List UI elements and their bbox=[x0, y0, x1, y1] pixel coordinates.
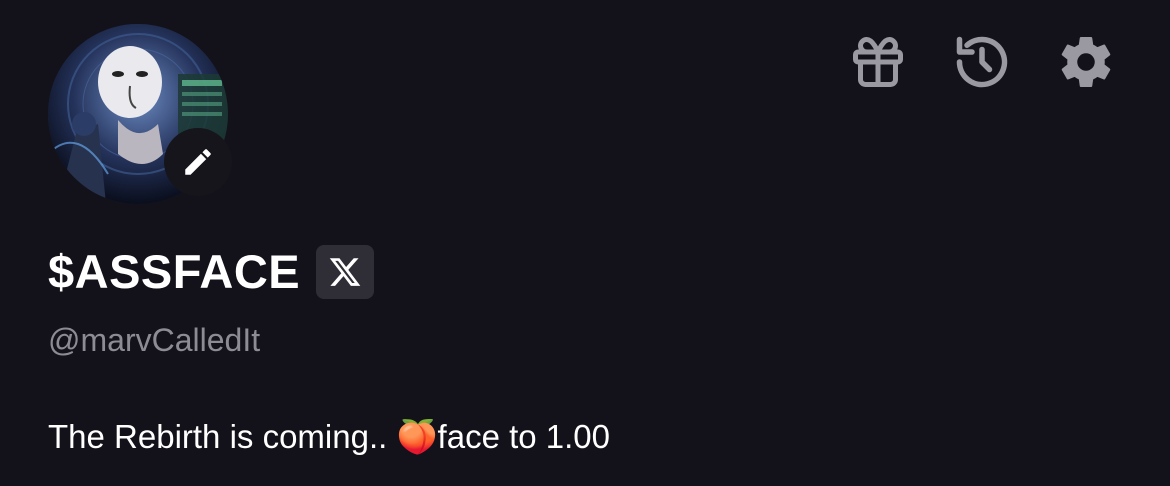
header-actions bbox=[846, 30, 1118, 94]
user-handle: @marvCalledIt bbox=[48, 322, 261, 358]
profile-page: $ASSFACE @marvCalledIt The Rebirth is co… bbox=[0, 0, 1170, 486]
x-logo-icon bbox=[329, 258, 361, 286]
gift-button[interactable] bbox=[846, 30, 910, 94]
bio-text: The Rebirth is coming.. 🍑face to 1.00 bbox=[48, 418, 611, 455]
history-button[interactable] bbox=[950, 30, 1014, 94]
settings-button[interactable] bbox=[1054, 30, 1118, 94]
history-icon bbox=[956, 36, 1008, 88]
display-name: $ASSFACE bbox=[48, 245, 301, 298]
gift-icon bbox=[853, 37, 903, 87]
pencil-icon bbox=[185, 149, 211, 175]
edit-avatar-button[interactable] bbox=[164, 128, 232, 196]
x-link-button[interactable] bbox=[316, 245, 375, 299]
gear-icon bbox=[1061, 36, 1111, 87]
name-row: $ASSFACE bbox=[48, 244, 375, 300]
